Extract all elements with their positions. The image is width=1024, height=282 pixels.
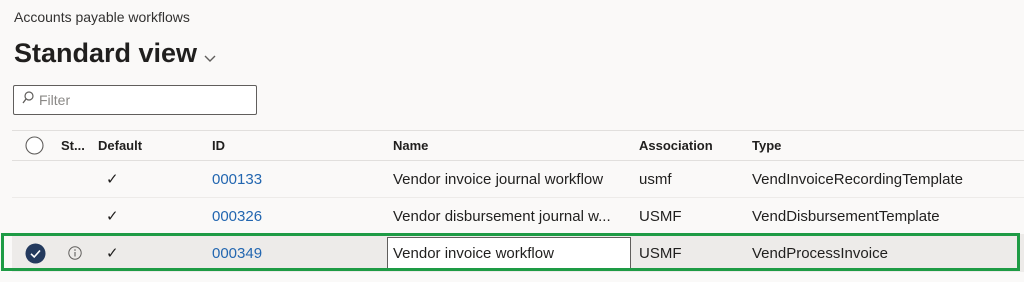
app-title: Accounts payable workflows (14, 9, 190, 25)
search-icon (22, 91, 34, 109)
grid-header: St... Default ID Name Association Type (12, 130, 1024, 161)
col-status[interactable]: St... (61, 131, 85, 160)
workflow-name: Vendor disbursement journal w... (393, 207, 611, 225)
workflow-id-link[interactable]: 000349 (212, 235, 262, 271)
checkmark-icon: ✓ (106, 171, 119, 188)
chevron-down-icon (203, 41, 217, 72)
select-all-checkbox[interactable] (25, 131, 44, 160)
col-type[interactable]: Type (752, 131, 781, 160)
workflow-name: Vendor invoice workflow (393, 244, 554, 262)
table-row-selected[interactable]: ✓ 000349 Vendor invoice workflow USMF Ve… (12, 235, 1024, 272)
col-association[interactable]: Association (639, 131, 713, 160)
col-id[interactable]: ID (212, 131, 225, 160)
workflow-id-link[interactable]: 000133 (212, 161, 262, 197)
table-row[interactable]: ✓ 000326 Vendor disbursement journal w..… (12, 198, 1024, 235)
view-selector[interactable]: Standard view (14, 35, 217, 72)
workflow-name-input[interactable]: Vendor invoice workflow (387, 237, 631, 269)
workflow-type: VendInvoiceRecordingTemplate (752, 170, 963, 188)
filter-placeholder: Filter (39, 92, 71, 108)
workflow-association: USMF (639, 244, 682, 262)
page-title: Standard view (14, 38, 198, 68)
checkmark-icon: ✓ (106, 245, 119, 262)
workflow-grid: St... Default ID Name Association Type ✓… (12, 130, 1024, 272)
info-icon[interactable] (68, 235, 82, 271)
row-select-checkbox[interactable] (25, 235, 46, 271)
select-all-circle-icon (25, 136, 44, 155)
col-name[interactable]: Name (393, 131, 428, 160)
selected-check-icon (25, 243, 46, 263)
col-default[interactable]: Default (98, 131, 142, 160)
table-row[interactable]: ✓ 000133 Vendor invoice journal workflow… (12, 161, 1024, 198)
workflow-association: USMF (639, 207, 682, 225)
workflow-name: Vendor invoice journal workflow (393, 170, 604, 188)
workflow-association: usmf (639, 170, 672, 188)
workflow-type: VendDisbursementTemplate (752, 207, 940, 225)
workflow-id-link[interactable]: 000326 (212, 198, 262, 234)
filter-input[interactable]: Filter (13, 85, 257, 115)
checkmark-icon: ✓ (106, 208, 119, 225)
workflow-type: VendProcessInvoice (752, 244, 888, 262)
